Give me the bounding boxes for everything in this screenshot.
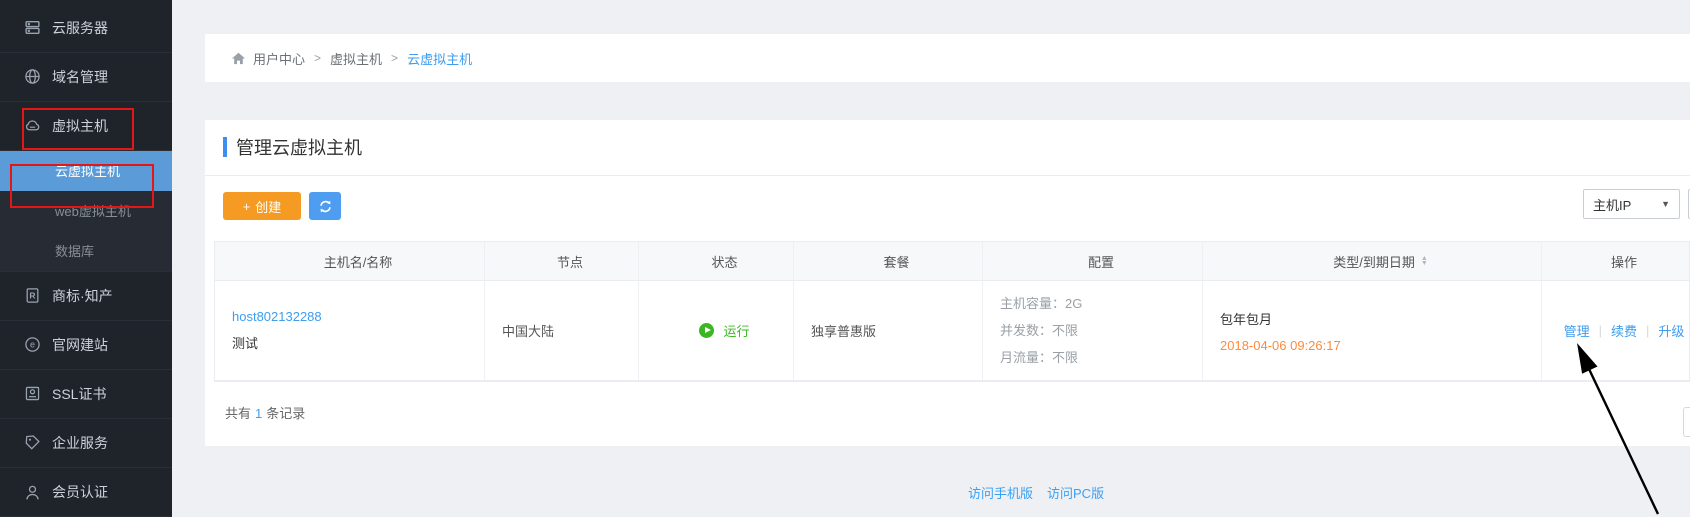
column-header-config: 配置 <box>983 242 1203 280</box>
sidebar-item-label: 域名管理 <box>52 67 108 87</box>
refresh-button[interactable] <box>309 192 341 220</box>
sidebar-item-trademark[interactable]: R 商标·知产 <box>0 272 172 321</box>
mobile-version-link[interactable]: 访问手机版 <box>968 483 1033 502</box>
column-header-node: 节点 <box>485 242 639 280</box>
config-capacity: 主机容量：2G <box>1000 290 1202 317</box>
cell-status: 运行 <box>639 281 794 380</box>
sidebar-item-domain[interactable]: 域名管理 <box>0 53 172 102</box>
plus-icon: + <box>243 199 251 214</box>
sidebar-item-label: 官网建站 <box>52 335 108 355</box>
manage-link[interactable]: 管理 <box>1564 321 1590 340</box>
trademark-icon: R <box>24 287 41 304</box>
hosts-table: 主机名/名称 节点 状态 套餐 配置 类型/到期日期 ▲▼ 操作 host802… <box>214 241 1690 382</box>
sort-icon[interactable]: ▲▼ <box>1421 256 1428 266</box>
create-button-label: 创建 <box>255 197 281 216</box>
sidebar-item-label: 商标·知产 <box>52 286 113 306</box>
sidebar-subitem-label: 云虚拟主机 <box>55 161 120 180</box>
breadcrumb-virtual-host[interactable]: 虚拟主机 <box>330 49 382 68</box>
footer-links: 访问手机版 访问PC版 <box>968 483 1104 502</box>
cell-actions: 管理 | 续费 | 升级 <box>1542 281 1689 380</box>
filter-dropdown-value: 主机IP <box>1593 195 1661 214</box>
cell-hostname: host802132288 测试 <box>215 281 485 380</box>
status-badge: 运行 <box>723 321 749 340</box>
sidebar-subitem-label: 数据库 <box>55 241 94 260</box>
record-summary: 共有1条记录 <box>225 403 305 422</box>
sidebar: 云服务器 域名管理 虚拟主机 云虚拟主机 web虚拟主机 数据库 <box>0 0 172 517</box>
billing-type: 包年包月 <box>1220 309 1541 328</box>
sidebar-item-label: 虚拟主机 <box>52 116 108 136</box>
cell-config: 主机容量：2G 并发数：不限 月流量：不限 <box>983 281 1203 380</box>
cell-plan: 独享普惠版 <box>794 281 983 380</box>
enterprise-icon <box>24 434 41 451</box>
sidebar-item-label: 云服务器 <box>52 18 108 38</box>
host-name-link[interactable]: host802132288 <box>232 309 484 324</box>
table-row: host802132288 测试 中国大陆 运行 独享普惠版 主机容量：2G 并… <box>215 281 1689 381</box>
sidebar-item-cloud-virtual-host[interactable]: 云虚拟主机 <box>0 151 172 191</box>
sidebar-item-cloud-server[interactable]: 云服务器 <box>0 4 172 53</box>
sidebar-item-web-virtual-host[interactable]: web虚拟主机 <box>0 191 172 231</box>
cell-type-expire: 包年包月 2018-04-06 09:26:17 <box>1203 281 1542 380</box>
member-icon <box>24 484 41 501</box>
sidebar-item-virtual-host[interactable]: 虚拟主机 <box>0 102 172 151</box>
page-title: 管理云虚拟主机 <box>236 134 362 160</box>
host-icon <box>24 117 41 134</box>
breadcrumb-separator: > <box>314 51 321 65</box>
svg-text:R: R <box>29 291 35 301</box>
sidebar-item-website-builder[interactable]: e 官网建站 <box>0 321 172 370</box>
column-header-status: 状态 <box>639 242 794 280</box>
expire-date: 2018-04-06 09:26:17 <box>1220 338 1541 353</box>
renew-link[interactable]: 续费 <box>1611 321 1637 340</box>
sidebar-subitem-label: web虚拟主机 <box>55 201 131 220</box>
server-icon <box>24 19 41 36</box>
breadcrumb-separator: > <box>391 51 398 65</box>
pagination-button[interactable] <box>1683 407 1690 437</box>
page: 云服务器 域名管理 虚拟主机 云虚拟主机 web虚拟主机 数据库 <box>0 0 1690 517</box>
sidebar-item-database[interactable]: 数据库 <box>0 231 172 271</box>
sidebar-item-member[interactable]: 会员认证 <box>0 468 172 517</box>
home-icon <box>231 51 246 66</box>
column-header-type-expire: 类型/到期日期 ▲▼ <box>1203 242 1542 280</box>
ssl-icon <box>24 385 41 402</box>
status-running-icon <box>699 323 714 338</box>
title-accent-bar <box>223 137 227 157</box>
cell-node: 中国大陆 <box>485 281 639 380</box>
chevron-down-icon: ▼ <box>1661 199 1670 209</box>
table-header-row: 主机名/名称 节点 状态 套餐 配置 类型/到期日期 ▲▼ 操作 <box>215 242 1689 281</box>
sidebar-submenu: 云虚拟主机 web虚拟主机 数据库 <box>0 151 172 272</box>
record-count: 1 <box>255 406 262 421</box>
breadcrumb: 用户中心 > 虚拟主机 > 云虚拟主机 <box>205 34 1690 82</box>
filter-dropdown[interactable]: 主机IP ▼ <box>1583 189 1680 219</box>
sidebar-item-label: SSL证书 <box>52 384 106 404</box>
column-header-hostname: 主机名/名称 <box>215 242 485 280</box>
breadcrumb-user-center[interactable]: 用户中心 <box>253 49 305 68</box>
sidebar-item-enterprise[interactable]: 企业服务 <box>0 419 172 468</box>
divider <box>205 175 1690 176</box>
sidebar-item-ssl[interactable]: SSL证书 <box>0 370 172 419</box>
website-icon: e <box>24 336 41 353</box>
breadcrumb-cloud-virtual-host[interactable]: 云虚拟主机 <box>407 49 472 68</box>
config-concurrency: 并发数：不限 <box>1000 317 1202 344</box>
host-alias: 测试 <box>232 333 484 352</box>
column-header-actions: 操作 <box>1542 242 1689 280</box>
sidebar-item-label: 企业服务 <box>52 433 108 453</box>
main-card: 管理云虚拟主机 + 创建 主机IP ▼ 主机名/名称 节点 状态 套餐 配置 <box>205 120 1690 446</box>
sidebar-item-label: 会员认证 <box>52 482 108 502</box>
config-traffic: 月流量：不限 <box>1000 344 1202 371</box>
svg-text:e: e <box>30 340 35 350</box>
column-header-plan: 套餐 <box>794 242 983 280</box>
create-button[interactable]: + 创建 <box>223 192 301 220</box>
globe-icon <box>24 68 41 85</box>
pc-version-link[interactable]: 访问PC版 <box>1047 483 1104 502</box>
refresh-icon <box>318 199 333 214</box>
upgrade-link[interactable]: 升级 <box>1658 321 1684 340</box>
